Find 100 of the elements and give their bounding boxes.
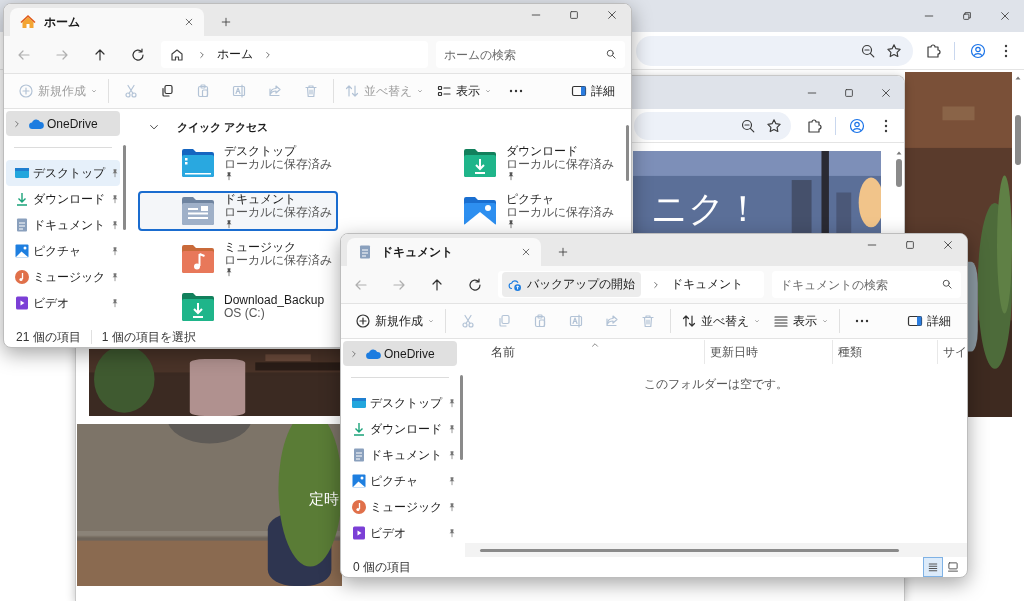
nav-item[interactable]: ピクチャ (343, 468, 457, 494)
document-icon (351, 447, 367, 463)
details-button[interactable]: 詳細 (901, 307, 957, 335)
list-icon (773, 313, 789, 329)
scroll-up-icon[interactable] (1014, 74, 1022, 82)
refresh-icon[interactable] (130, 46, 146, 63)
image-icon (351, 473, 367, 489)
tab[interactable]: ホーム (10, 8, 204, 36)
close-icon[interactable] (184, 17, 194, 27)
zoom-out-icon[interactable] (740, 117, 756, 134)
breadcrumb[interactable]: ホーム (217, 46, 253, 63)
nav-item[interactable]: デスクトップ (343, 390, 457, 416)
chevron-right-icon[interactable] (197, 49, 207, 60)
zoom-out-icon[interactable] (860, 42, 876, 59)
document-icon (14, 217, 30, 233)
scrollbar-thumb[interactable] (896, 159, 902, 187)
pin-icon (447, 450, 457, 460)
nav-item[interactable]: ダウンロード (6, 186, 120, 212)
pin-icon (447, 424, 457, 434)
column-header[interactable]: 更新日時 (703, 340, 832, 364)
restore-icon[interactable] (961, 10, 973, 22)
maximize-icon[interactable] (904, 239, 916, 251)
profile-icon[interactable] (849, 117, 865, 134)
nav-item[interactable]: ビデオ (343, 520, 457, 546)
video-icon (14, 295, 30, 311)
folder-item[interactable]: デスクトップ ローカルに保存済み (138, 143, 338, 183)
close-icon[interactable] (521, 247, 531, 257)
folder-location: OS (C:) (224, 307, 265, 320)
nav-item[interactable]: ミュージック (343, 494, 457, 520)
nav-item[interactable]: ドキュメント (6, 212, 120, 238)
backup-button[interactable]: バックアップの開始 (502, 272, 641, 297)
nav-item[interactable]: デスクトップ (6, 160, 120, 186)
nav-item[interactable]: ダウンロード (343, 416, 457, 442)
new-tab-icon[interactable] (557, 246, 569, 258)
new-button[interactable]: 新規作成 (349, 307, 441, 335)
chevron-right-icon[interactable] (651, 279, 661, 290)
view-button[interactable]: 表示 (430, 77, 498, 105)
refresh-icon[interactable] (467, 276, 483, 293)
address-bar[interactable]: バックアップの開始 ドキュメント (498, 271, 764, 298)
pin-icon (506, 219, 516, 229)
chevron-right-icon[interactable] (263, 49, 273, 60)
breadcrumb[interactable]: ドキュメント (671, 276, 743, 293)
nav-item[interactable]: ミュージック (6, 264, 120, 290)
nav-item[interactable]: ピクチャ (6, 238, 120, 264)
close-icon[interactable] (606, 9, 618, 21)
add-icon (355, 313, 371, 329)
details-button[interactable]: 詳細 (565, 77, 621, 105)
search-field[interactable]: ホームの検索 (436, 41, 625, 68)
new-tab-icon[interactable] (220, 16, 232, 28)
folder-item[interactable]: ドキュメント ローカルに保存済み (138, 191, 338, 231)
close-icon[interactable] (879, 86, 892, 99)
folder-item[interactable]: Download_Backup OS (C:) (138, 287, 331, 327)
search-icon[interactable] (941, 278, 953, 290)
folder-icon (180, 243, 216, 275)
search-field[interactable]: ドキュメントの検索 (772, 271, 961, 298)
download-icon (14, 191, 30, 207)
scrollbar-thumb[interactable] (459, 375, 463, 460)
desktop-icon (14, 165, 30, 181)
star-icon[interactable] (766, 117, 782, 134)
scrollbar-thumb[interactable] (480, 548, 899, 552)
pin-icon (110, 194, 120, 204)
nav-item[interactable]: ドキュメント (343, 442, 457, 468)
scrollbar-thumb[interactable] (626, 125, 629, 181)
folder-item[interactable]: ダウンロード ローカルに保存済み (420, 143, 620, 183)
extensions-icon[interactable] (806, 117, 822, 134)
maximize-icon[interactable] (842, 86, 855, 99)
copy-icon[interactable] (159, 83, 175, 99)
pin-icon (447, 476, 457, 486)
pin-icon (506, 171, 516, 181)
pin-icon (224, 171, 234, 181)
scrollbar-thumb[interactable] (122, 145, 126, 230)
section-title: クイック アクセス (177, 119, 269, 135)
profile-icon[interactable] (970, 42, 986, 59)
maximize-icon[interactable] (568, 9, 580, 21)
video-icon (351, 525, 367, 541)
star-icon[interactable] (886, 42, 902, 59)
folder-item[interactable]: ピクチャ ローカルに保存済み (420, 191, 620, 231)
nav-item[interactable]: OneDrive (343, 341, 457, 366)
details-view-button[interactable] (923, 557, 943, 577)
close-icon[interactable] (999, 10, 1011, 22)
scroll-up-icon[interactable] (895, 149, 903, 157)
column-header[interactable]: 種類 (831, 340, 937, 364)
sort-arrows-icon (681, 313, 697, 329)
search-icon[interactable] (605, 48, 617, 60)
folder-name: Download_Backup (224, 294, 325, 307)
pin-icon (110, 298, 120, 308)
scrollbar-thumb[interactable] (1015, 115, 1021, 165)
desktop-icon (351, 395, 367, 411)
tab[interactable]: ドキュメント (347, 238, 541, 266)
column-header[interactable]: サイ (937, 340, 967, 364)
extensions-icon[interactable] (925, 42, 941, 59)
nav-item[interactable]: OneDrive (6, 111, 120, 136)
folder-item[interactable]: ミュージック ローカルに保存済み (138, 239, 338, 279)
close-icon[interactable] (942, 239, 954, 251)
sort-button[interactable]: 並べ替え (675, 307, 767, 335)
column-header[interactable]: 名前 (465, 340, 704, 364)
view-button[interactable]: 表示 (767, 307, 835, 335)
nav-item[interactable]: ビデオ (6, 290, 120, 316)
caret-icon (90, 87, 98, 95)
address-bar[interactable]: ホーム (161, 41, 428, 68)
